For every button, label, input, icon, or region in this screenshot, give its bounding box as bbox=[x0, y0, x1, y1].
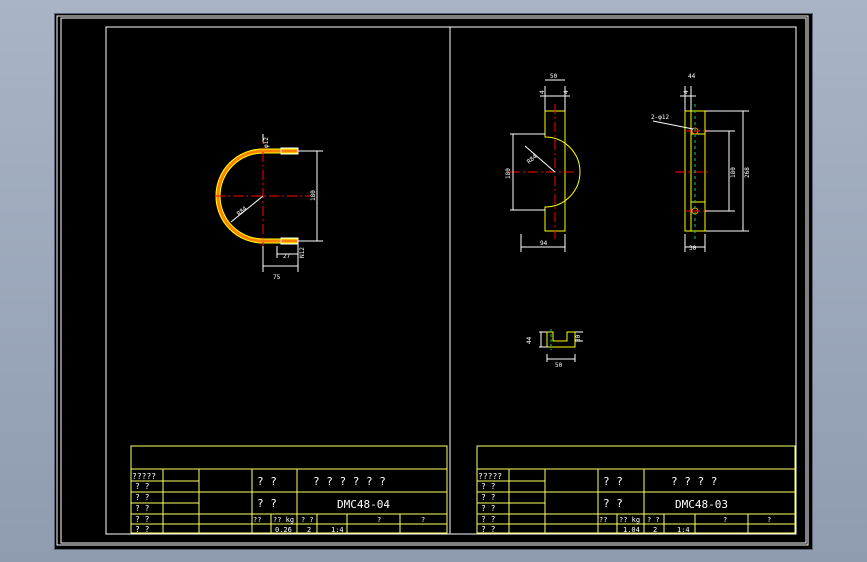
dim-side-44: 44 bbox=[688, 73, 696, 80]
left-mass-label-4: ? bbox=[377, 516, 381, 524]
dim-75: 75 bbox=[273, 274, 281, 281]
right-title-b: ? ? ? ? bbox=[671, 475, 717, 488]
dim-top-50: 50 bbox=[550, 73, 558, 80]
cad-viewport[interactable]: φ12 R84 180 75 27 N12 50 4 4 R84 180 94 bbox=[55, 14, 812, 549]
right-row-1: ? ? bbox=[481, 482, 496, 491]
right-qty-value: 2 bbox=[653, 526, 657, 534]
dim-saddle-r84: R84 bbox=[526, 153, 539, 166]
left-mass-value: 0.26 bbox=[275, 526, 292, 534]
left-qty-value: 2 bbox=[307, 526, 311, 534]
dim-phi12: φ12 bbox=[263, 137, 270, 148]
dim-12: N12 bbox=[299, 247, 306, 258]
left-mass-label-2: ?? kg bbox=[273, 516, 294, 524]
right-mass-label-4: ? bbox=[723, 516, 727, 524]
left-title-a: ? ? bbox=[257, 475, 277, 488]
right-mass-label-1: ?? bbox=[599, 516, 607, 524]
dim-small-50: 50 bbox=[555, 362, 563, 369]
left-title-c: ? ? bbox=[257, 497, 277, 510]
left-part-number: DMC48-04 bbox=[337, 498, 390, 511]
right-mass-label-5: ? bbox=[767, 516, 771, 524]
dim-r84: R84 bbox=[236, 205, 249, 218]
dim-saddle-180: 180 bbox=[505, 168, 512, 179]
right-mass-value: 1.04 bbox=[623, 526, 640, 534]
dim-top-4b: 4 bbox=[563, 90, 570, 94]
left-row-3: ? ? bbox=[135, 504, 150, 513]
left-scale-value: 1:4 bbox=[331, 526, 344, 534]
right-title-a: ? ? bbox=[603, 475, 623, 488]
right-header-label: ????? bbox=[478, 472, 502, 481]
saddle-outline bbox=[544, 110, 581, 232]
u-bolt-part bbox=[215, 134, 323, 272]
left-row-5: ? ? bbox=[135, 525, 150, 534]
dim-side-4: 4 bbox=[683, 90, 690, 94]
dim-side-30: 30 bbox=[689, 245, 697, 252]
left-header-label: ????? bbox=[132, 472, 156, 481]
right-row-4: ? ? bbox=[481, 515, 496, 524]
left-row-4: ? ? bbox=[135, 515, 150, 524]
dim-top-4a: 4 bbox=[539, 90, 546, 94]
saddle-front-view bbox=[510, 79, 581, 252]
left-title-b: ? ? ? ? ? ? bbox=[313, 475, 386, 488]
dim-small-30: 30 bbox=[575, 334, 582, 342]
right-row-3: ? ? bbox=[481, 504, 496, 513]
outer-border bbox=[56, 15, 809, 546]
right-row-5: ? ? bbox=[481, 525, 496, 534]
right-mass-label-3: ? ? bbox=[647, 516, 660, 524]
left-row-1: ? ? bbox=[135, 482, 150, 491]
right-scale-value: 1:4 bbox=[677, 526, 690, 534]
left-mass-label-5: ? bbox=[421, 516, 425, 524]
right-part-number: DMC48-03 bbox=[675, 498, 728, 511]
sheet-border bbox=[105, 26, 797, 535]
dim-27: 27 bbox=[283, 253, 291, 260]
dim-180: 180 bbox=[310, 190, 317, 201]
dim-small-44: 44 bbox=[526, 336, 533, 344]
right-row-2: ? ? bbox=[481, 493, 496, 502]
left-mass-label-1: ?? bbox=[253, 516, 261, 524]
dim-side-180: 180 bbox=[730, 167, 737, 178]
drawing-canvas[interactable]: φ12 R84 180 75 27 N12 50 4 4 R84 180 94 bbox=[55, 14, 812, 549]
dim-side-268: 268 bbox=[744, 167, 751, 178]
dim-bottom-94: 94 bbox=[540, 240, 548, 247]
right-mass-label-2: ?? kg bbox=[619, 516, 640, 524]
right-title-c: ? ? bbox=[603, 497, 623, 510]
dim-hole: 2-φ12 bbox=[651, 114, 669, 121]
left-row-2: ? ? bbox=[135, 493, 150, 502]
outer-border-inner bbox=[60, 17, 807, 544]
saddle-top-view bbox=[539, 329, 583, 362]
left-mass-label-3: ? ? bbox=[301, 516, 314, 524]
